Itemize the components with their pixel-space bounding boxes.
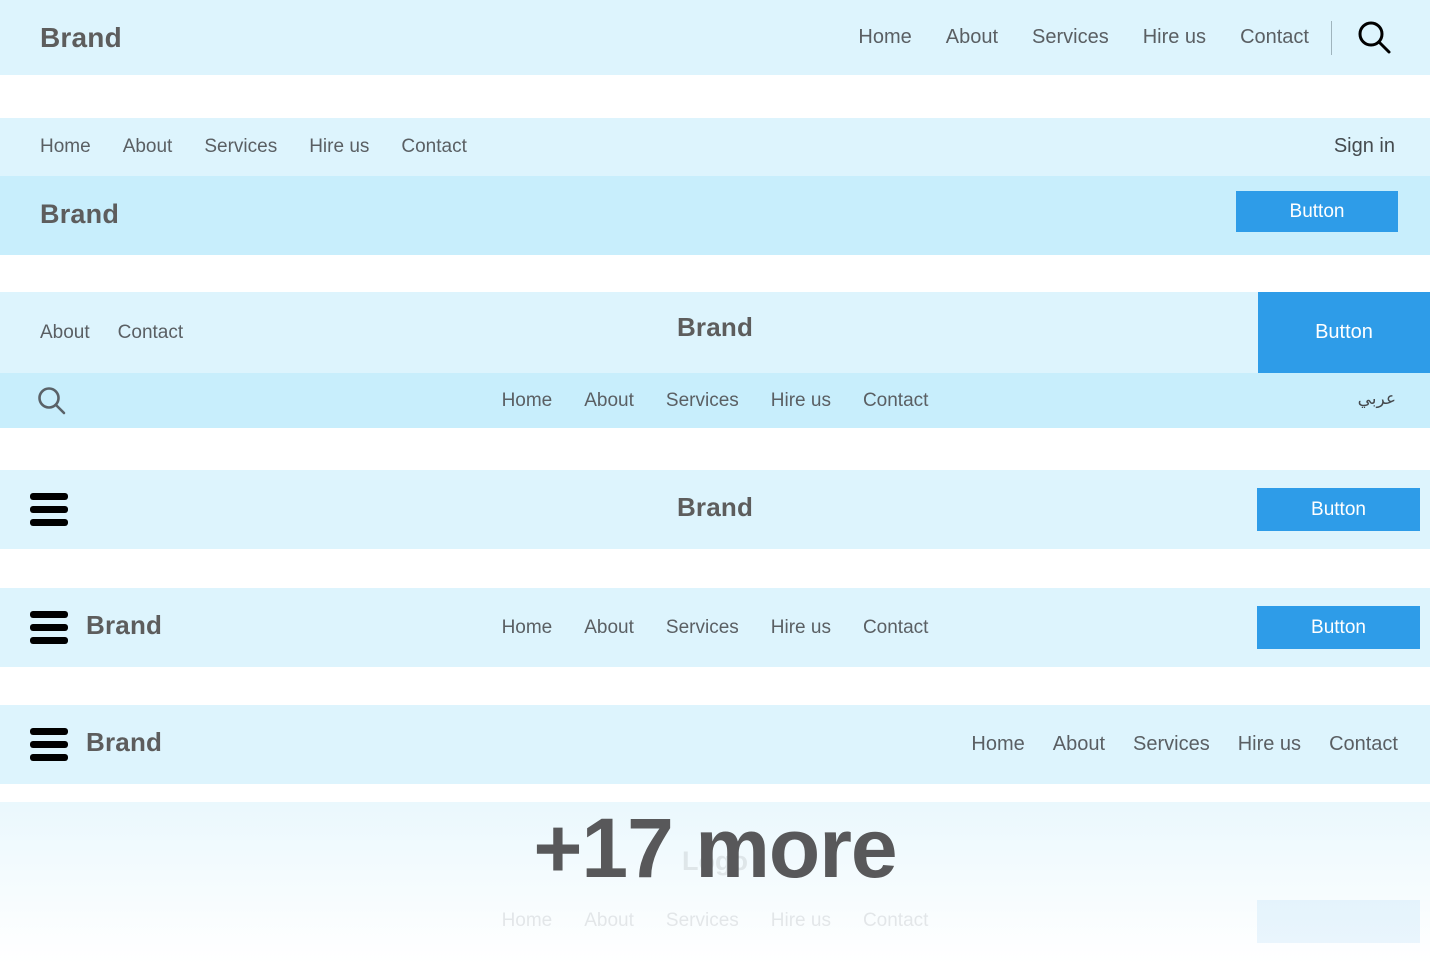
cta-button[interactable]: Button (1236, 191, 1398, 232)
nav-link-services: Services (665, 910, 739, 931)
nav-link-hire-us[interactable]: Hire us (771, 617, 831, 639)
nav-link-home: Home (501, 910, 553, 931)
nav-link-home[interactable]: Home (502, 390, 553, 412)
nav-link-contact[interactable]: Contact (863, 390, 928, 412)
language-switch-arabic[interactable]: عربي (1358, 389, 1396, 409)
nav-link-about: About (584, 910, 634, 931)
nav-links: Home About Services Hire us Contact (40, 118, 499, 176)
nav-link-hire-us[interactable]: Hire us (1143, 26, 1206, 49)
nav-links: Home About Services Hire us Contact (824, 0, 1394, 75)
navbar-6: Brand Home About Services Hire us Contac… (0, 705, 1430, 784)
brand-logo[interactable]: Brand (40, 199, 119, 230)
faded-logo: Logo (682, 846, 748, 876)
nav-link-about[interactable]: About (1053, 733, 1105, 756)
faded-cta-button (1257, 900, 1420, 943)
cta-button[interactable]: Button (1258, 292, 1430, 373)
nav-link-about[interactable]: About (123, 136, 173, 158)
navbar-gallery-page: Brand Home About Services Hire us Contac… (0, 0, 1430, 964)
nav-link-home[interactable]: Home (858, 26, 911, 49)
nav-link-contact[interactable]: Contact (1329, 733, 1398, 756)
navbar-1: Brand Home About Services Hire us Contac… (0, 0, 1430, 75)
brand-logo[interactable]: Brand (86, 727, 162, 758)
nav-link-services[interactable]: Services (1133, 733, 1210, 756)
navbar-2-main-row: Brand Button (0, 176, 1430, 255)
navbar-7-faded: Logo Home About Services Hire us Contact (0, 802, 1430, 964)
navbar-3-top-row: About Contact Brand Button (0, 292, 1430, 373)
nav-link-contact[interactable]: Contact (1240, 26, 1309, 49)
navbar-2-top-row: Home About Services Hire us Contact Sign… (0, 118, 1430, 176)
nav-link-services[interactable]: Services (204, 136, 277, 158)
nav-link-about[interactable]: About (946, 26, 998, 49)
nav-link-hire-us[interactable]: Hire us (309, 136, 369, 158)
nav-link-services[interactable]: Services (666, 390, 739, 412)
nav-link-contact[interactable]: Contact (401, 136, 466, 158)
navbar-5: Brand Home About Services Hire us Contac… (0, 588, 1430, 667)
brand-logo[interactable]: Brand (0, 312, 1430, 343)
brand-logo[interactable]: Brand (0, 492, 1430, 523)
hamburger-icon[interactable] (30, 728, 68, 761)
cta-button[interactable]: Button (1257, 606, 1420, 649)
brand-logo[interactable]: Brand (40, 22, 122, 54)
nav-link-services[interactable]: Services (666, 617, 739, 639)
navbar-4: Brand Button (0, 470, 1430, 549)
nav-link-hire-us[interactable]: Hire us (771, 390, 831, 412)
faded-nav-links: Home About Services Hire us Contact (0, 910, 1430, 932)
nav-links: Home About Services Hire us Contact (943, 705, 1398, 784)
nav-links-center: Home About Services Hire us Contact (0, 373, 1430, 428)
nav-link-contact[interactable]: Contact (863, 617, 928, 639)
nav-link-hire-us: Hire us (770, 910, 831, 931)
nav-link-services[interactable]: Services (1032, 26, 1109, 49)
search-icon[interactable] (1354, 18, 1394, 58)
nav-link-about[interactable]: About (584, 617, 634, 639)
nav-link-home[interactable]: Home (40, 136, 91, 158)
nav-link-home[interactable]: Home (971, 733, 1024, 756)
nav-links: Home About Services Hire us Contact (0, 588, 1430, 667)
sign-in-link[interactable]: Sign in (1334, 135, 1395, 158)
nav-link-home[interactable]: Home (502, 617, 553, 639)
nav-link-hire-us[interactable]: Hire us (1238, 733, 1301, 756)
cta-button[interactable]: Button (1257, 488, 1420, 531)
navbar-3-bottom-row: Home About Services Hire us Contact عربي (0, 373, 1430, 428)
divider (1331, 20, 1332, 55)
nav-link-contact: Contact (862, 910, 929, 931)
nav-link-about[interactable]: About (584, 390, 634, 412)
